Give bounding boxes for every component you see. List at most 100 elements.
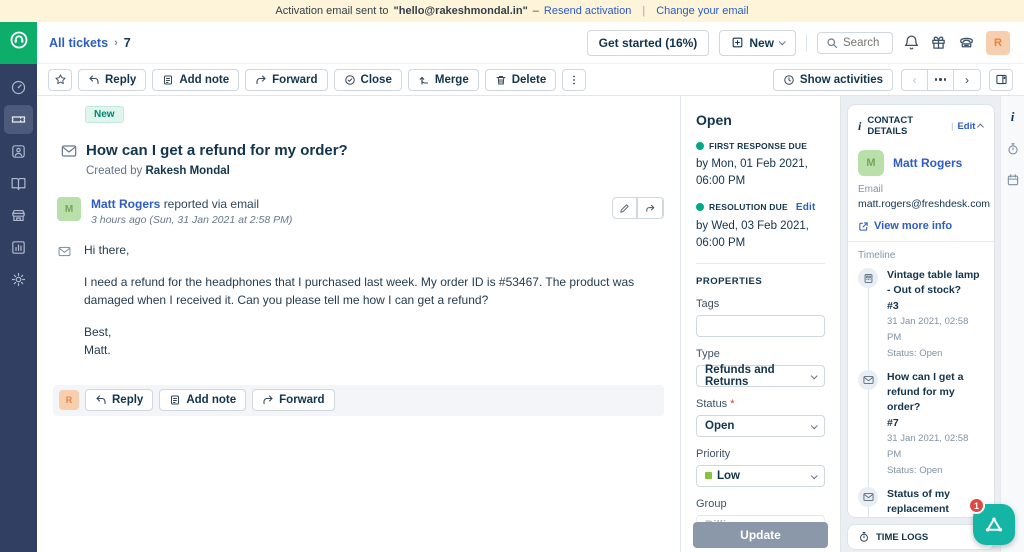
message-timestamp: 3 hours ago (Sun, 31 Jan 2021 at 2:58 PM…: [91, 214, 293, 226]
close-ticket-button[interactable]: Close: [333, 68, 402, 91]
add-note-button[interactable]: Add note: [152, 68, 240, 91]
sidebar-item-forums[interactable]: [4, 201, 33, 230]
edit-contact-link[interactable]: Edit: [957, 121, 975, 132]
time-logs-tab[interactable]: [1006, 142, 1020, 156]
update-button[interactable]: Update: [693, 522, 828, 548]
external-link-icon: [858, 221, 869, 232]
forward-arrow-icon: [638, 198, 663, 218]
view-more-info-link[interactable]: View more info: [858, 220, 984, 232]
first-response-due-value: by Mon, 01 Feb 2021, 06:00 PM: [696, 158, 808, 188]
contact-avatar: M: [858, 150, 884, 176]
prev-ticket-button[interactable]: ‹: [902, 69, 928, 90]
stopwatch-icon: [1006, 142, 1020, 156]
admin-gear-icon: [10, 271, 27, 288]
timeline-date: 31 Jan 2021, 02:58 PM: [887, 316, 969, 344]
search-input[interactable]: [843, 36, 887, 49]
timeline-label: Timeline: [858, 250, 896, 261]
timeline-item[interactable]: Vintage table lamp - Out of stock? #3 31…: [858, 268, 984, 361]
collapse-email-icon[interactable]: [58, 244, 71, 359]
message-quick-actions: [612, 197, 664, 219]
forward-button[interactable]: Forward: [245, 68, 328, 91]
get-started-button[interactable]: Get started (16%): [586, 29, 710, 56]
new-button[interactable]: New: [719, 29, 796, 56]
contact-info-tab[interactable]: i: [1011, 109, 1015, 125]
sidebar-item-admin[interactable]: [4, 265, 33, 294]
tickets-icon: [10, 111, 27, 128]
timeline-item[interactable]: How can I get a refund for my order? #7 …: [858, 370, 984, 478]
timeline-date: 31 Jan 2021, 02:58 PM: [887, 433, 969, 461]
message-greeting: Hi there,: [84, 243, 130, 257]
email-icon: [858, 487, 878, 508]
edit-quote-button[interactable]: [613, 198, 638, 218]
contact-name-link[interactable]: Matt Rogers: [893, 156, 962, 170]
analytics-icon: [10, 239, 27, 256]
email-source-icon: [61, 144, 77, 163]
sla-status-dot: [696, 142, 704, 150]
email-icon: [858, 370, 878, 391]
type-select[interactable]: Refunds and Returns: [696, 364, 825, 388]
schedule-tab[interactable]: [1006, 173, 1020, 187]
reply-bar-reply-button[interactable]: Reply: [85, 389, 154, 412]
resend-activation-link[interactable]: Resend activation: [544, 5, 631, 17]
show-activities-button[interactable]: Show activities: [772, 68, 893, 91]
priority-label: Priority: [696, 448, 731, 460]
user-avatar[interactable]: R: [986, 30, 1010, 55]
whats-new-gift-icon[interactable]: [930, 34, 947, 51]
ticket-status-heading: Open: [696, 112, 732, 128]
notifications-bell-icon[interactable]: [903, 34, 920, 51]
chevron-down-icon: [778, 38, 786, 46]
sender-name-link[interactable]: Matt Rogers: [91, 197, 160, 211]
sidebar-item-solutions[interactable]: [4, 169, 33, 198]
divider: [696, 263, 825, 264]
app-sidebar: [0, 64, 37, 552]
timeline-item[interactable]: Status of my replacement #9 31 Jan 2021,…: [858, 487, 984, 517]
sidebar-item-tickets[interactable]: [4, 105, 33, 134]
status-badge: New: [85, 106, 124, 123]
agent-avatar: R: [59, 390, 79, 411]
toggle-side-panel-button[interactable]: [989, 68, 1013, 91]
star-button[interactable]: [48, 68, 72, 91]
history-clock-icon: [783, 74, 795, 86]
sidebar-item-contacts[interactable]: [4, 137, 33, 166]
sidebar-item-dashboard[interactable]: [4, 73, 33, 102]
timeline-status: Status: Open: [887, 347, 943, 359]
properties-panel: Open FIRST RESPONSE DUE by Mon, 01 Feb 2…: [680, 96, 840, 552]
forward-arrow-icon: [255, 74, 267, 86]
breadcrumb-all-tickets[interactable]: All tickets: [49, 36, 108, 50]
sla-status-dot: [696, 203, 704, 211]
priority-select[interactable]: Low: [696, 465, 825, 487]
pager-more-button[interactable]: [928, 69, 954, 90]
calendar-icon: [1006, 173, 1020, 187]
tags-input[interactable]: [696, 315, 825, 337]
dashboard-icon: [10, 79, 27, 96]
breadcrumb-chevron-icon: ›: [114, 36, 118, 49]
banner-text: Activation email sent to: [275, 5, 389, 17]
contacts-icon: [10, 143, 27, 160]
search-icon: [826, 37, 838, 49]
forward-message-button[interactable]: [638, 198, 663, 218]
resolution-due-label: RESOLUTION DUE: [709, 202, 788, 212]
edit-resolution-link[interactable]: Edit: [796, 202, 816, 213]
chevron-down-icon: [810, 371, 818, 379]
help-widget-button[interactable]: 1: [968, 497, 1015, 545]
message-signature: Matt.: [84, 342, 111, 357]
plus-square-icon: [731, 36, 744, 49]
contact-column: i CONTACT DETAILS | Edit M Matt Rogers E…: [840, 96, 1000, 552]
ticket-pager: ‹ ›: [901, 68, 981, 91]
collapse-chevron-icon[interactable]: [977, 123, 985, 131]
merge-button[interactable]: Merge: [407, 68, 479, 91]
ticket-toolbar: Reply Add note Forward Close Merge Delet…: [37, 64, 1024, 96]
more-actions-button[interactable]: [562, 68, 587, 91]
delete-button[interactable]: Delete: [484, 68, 557, 91]
change-email-link[interactable]: Change your email: [656, 5, 748, 17]
status-select[interactable]: Open: [696, 415, 825, 437]
reply-bar-forward-button[interactable]: Forward: [252, 389, 335, 412]
search-box[interactable]: [817, 31, 893, 54]
next-ticket-button[interactable]: ›: [954, 70, 980, 90]
reply-button[interactable]: Reply: [78, 68, 147, 91]
properties-section-title: PROPERTIES: [696, 276, 763, 287]
sidebar-item-analytics[interactable]: [4, 233, 33, 262]
reply-bar-add-note-button[interactable]: Add note: [159, 389, 247, 412]
phone-icon[interactable]: [957, 34, 976, 51]
freshdesk-logo[interactable]: [0, 21, 37, 64]
